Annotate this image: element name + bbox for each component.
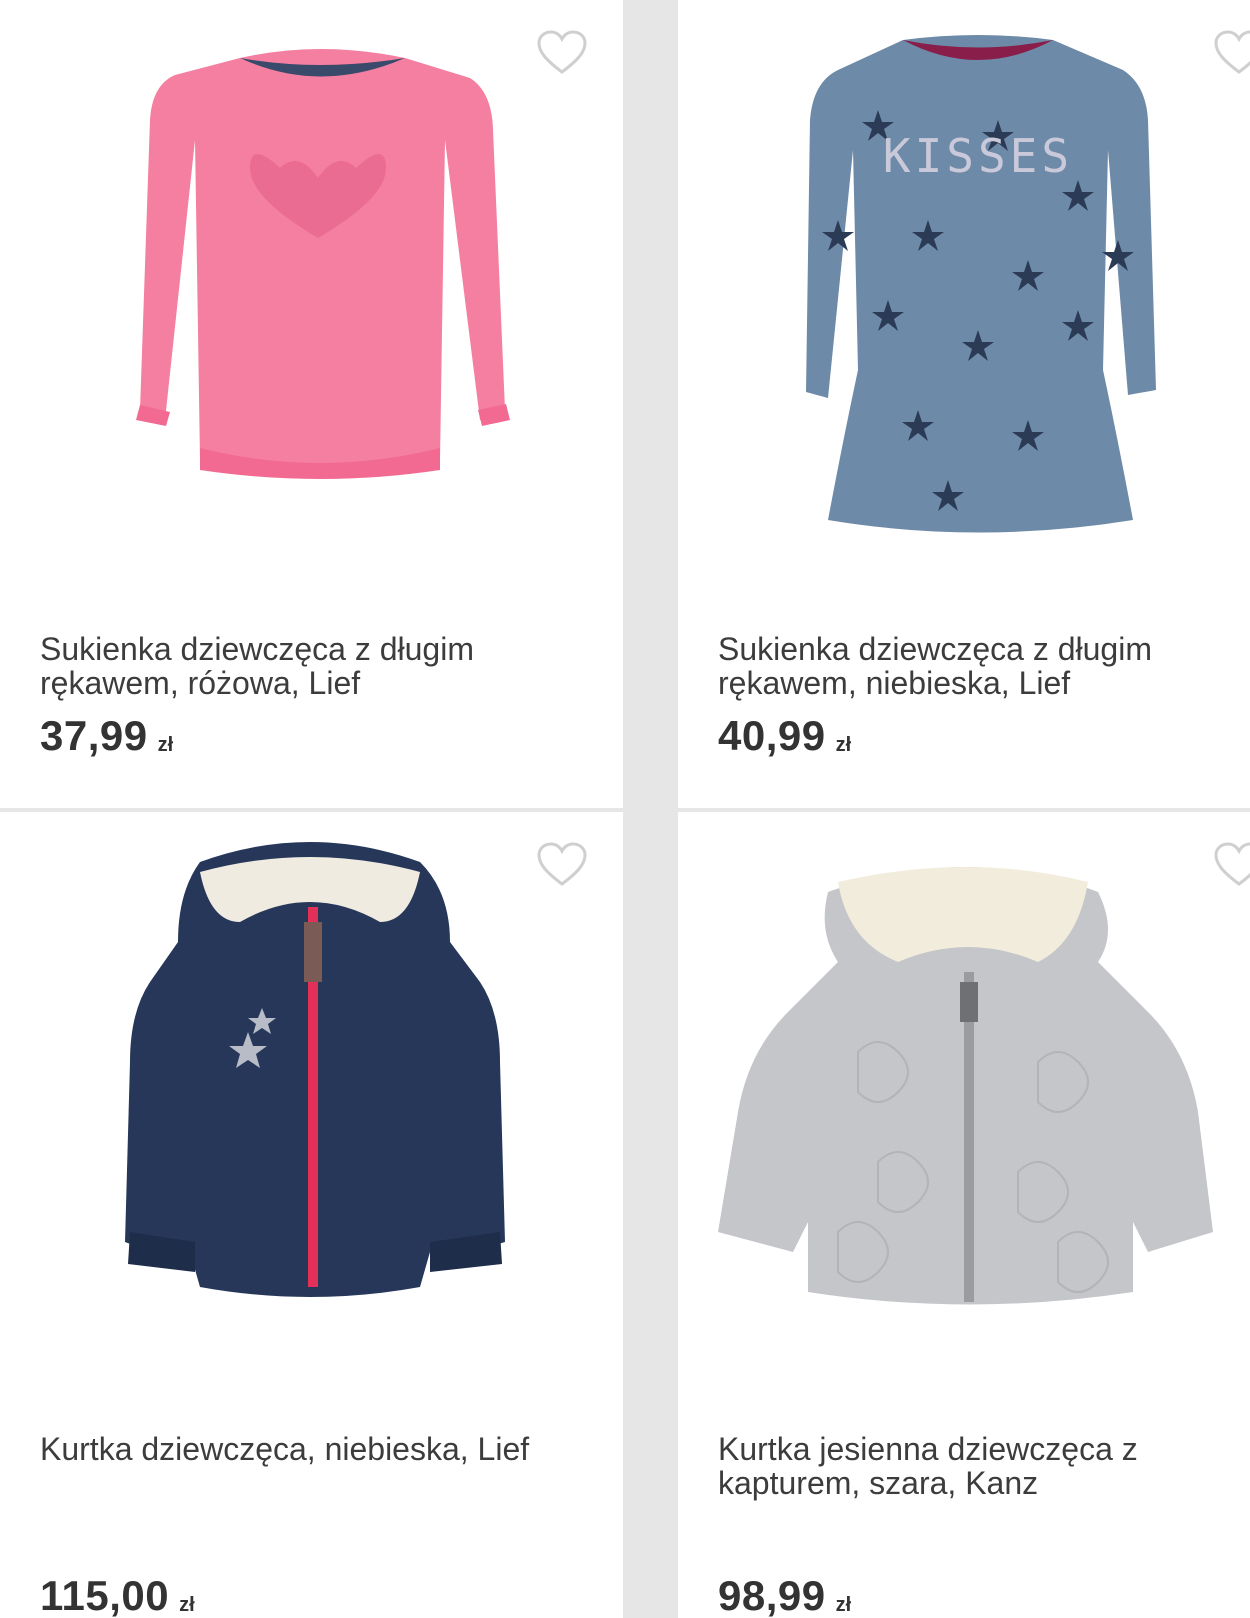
product-card[interactable]: Sukienka dziewczęca z długim rękawem, ró… bbox=[0, 0, 623, 808]
product-price: 115,00 zł bbox=[40, 1572, 195, 1618]
price-currency: zł bbox=[835, 734, 852, 757]
heart-outline-icon[interactable] bbox=[536, 842, 588, 888]
product-image[interactable]: KISSES bbox=[678, 0, 1250, 600]
price-currency: zł bbox=[157, 734, 174, 757]
product-image[interactable] bbox=[678, 812, 1250, 1412]
svg-text:KISSES: KISSES bbox=[883, 129, 1073, 183]
heart-outline-icon[interactable] bbox=[1213, 842, 1250, 888]
product-image[interactable] bbox=[0, 0, 623, 600]
heart-outline-icon[interactable] bbox=[536, 30, 588, 76]
product-title[interactable]: Kurtka dziewczęca, niebieska, Lief bbox=[40, 1432, 560, 1466]
product-title[interactable]: Kurtka jesienna dziewczęca z kapturem, s… bbox=[718, 1432, 1238, 1500]
product-price: 98,99 zł bbox=[718, 1572, 851, 1618]
product-title[interactable]: Sukienka dziewczęca z długim rękawem, ni… bbox=[718, 632, 1238, 700]
price-currency: zł bbox=[179, 1594, 195, 1617]
price-currency: zł bbox=[835, 1594, 852, 1617]
product-card[interactable]: Kurtka dziewczęca, niebieska, Lief 115,0… bbox=[0, 812, 623, 1618]
product-grid: Sukienka dziewczęca z długim rękawem, ró… bbox=[0, 0, 1250, 1618]
product-card[interactable]: KISSES Sukienka dziewczęca z długim ręka… bbox=[678, 0, 1250, 808]
price-amount: 37,99 bbox=[40, 712, 148, 759]
product-image[interactable] bbox=[0, 812, 623, 1412]
price-amount: 40,99 bbox=[718, 712, 826, 759]
product-price: 40,99 zł bbox=[718, 712, 851, 760]
price-amount: 115,00 bbox=[40, 1572, 170, 1618]
product-title[interactable]: Sukienka dziewczęca z długim rękawem, ró… bbox=[40, 632, 560, 700]
product-card[interactable]: Kurtka jesienna dziewczęca z kapturem, s… bbox=[678, 812, 1250, 1618]
price-amount: 98,99 bbox=[718, 1572, 826, 1618]
product-price: 37,99 zł bbox=[40, 712, 173, 760]
heart-outline-icon[interactable] bbox=[1213, 30, 1250, 76]
